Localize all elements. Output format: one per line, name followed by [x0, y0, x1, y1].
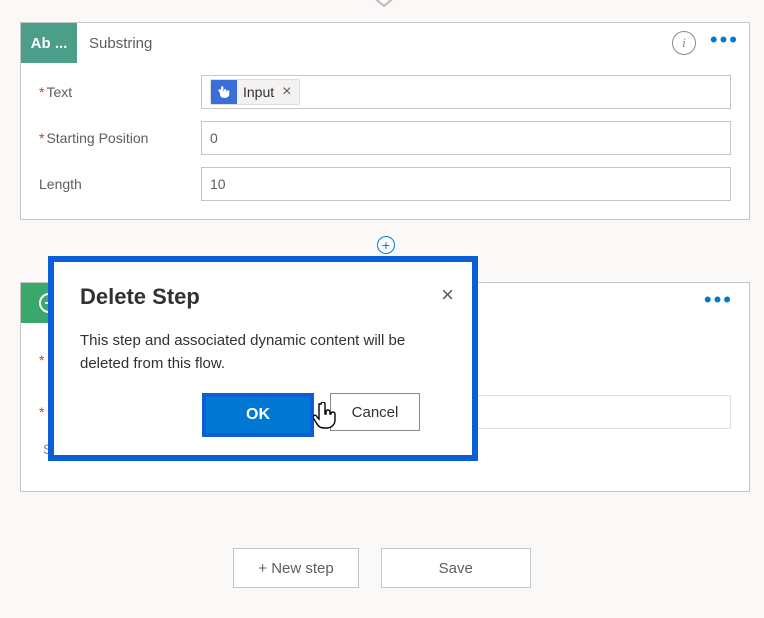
- ok-button[interactable]: OK: [206, 397, 310, 433]
- label-length: Length: [39, 176, 201, 192]
- info-icon[interactable]: i: [672, 31, 696, 55]
- token-remove-icon[interactable]: ×: [280, 83, 299, 101]
- input-text[interactable]: Input ×: [201, 75, 731, 109]
- new-step-button[interactable]: + New step: [233, 548, 358, 588]
- token-label: Input: [237, 84, 280, 100]
- action-card-substring: Ab ... Substring i ••• Text Input × Star…: [20, 22, 750, 220]
- dialog-title: Delete Step: [80, 284, 446, 310]
- bottom-actions: + New step Save: [0, 548, 764, 588]
- more-menu-icon[interactable]: •••: [710, 27, 749, 59]
- card-header[interactable]: Ab ... Substring i •••: [21, 23, 749, 63]
- ok-button-highlight: OK: [202, 393, 314, 437]
- flow-chevron-top: [370, 0, 398, 15]
- delete-step-dialog: Delete Step × This step and associated d…: [48, 256, 478, 461]
- label-starting-position: Starting Position: [39, 130, 201, 146]
- action-badge: Ab ...: [21, 23, 77, 63]
- save-button[interactable]: Save: [381, 548, 531, 588]
- close-icon[interactable]: ×: [441, 282, 454, 308]
- cancel-button[interactable]: Cancel: [330, 393, 420, 431]
- input-length[interactable]: 10: [201, 167, 731, 201]
- dynamic-content-token[interactable]: Input ×: [210, 79, 300, 105]
- label-text: Text: [39, 84, 201, 100]
- touch-icon: [211, 79, 237, 105]
- input-starting-position[interactable]: 0: [201, 121, 731, 155]
- dialog-message: This step and associated dynamic content…: [80, 330, 420, 375]
- more-menu-icon-second[interactable]: •••: [704, 287, 749, 319]
- card-title[interactable]: Substring: [77, 35, 672, 52]
- add-step-button[interactable]: +: [377, 236, 395, 254]
